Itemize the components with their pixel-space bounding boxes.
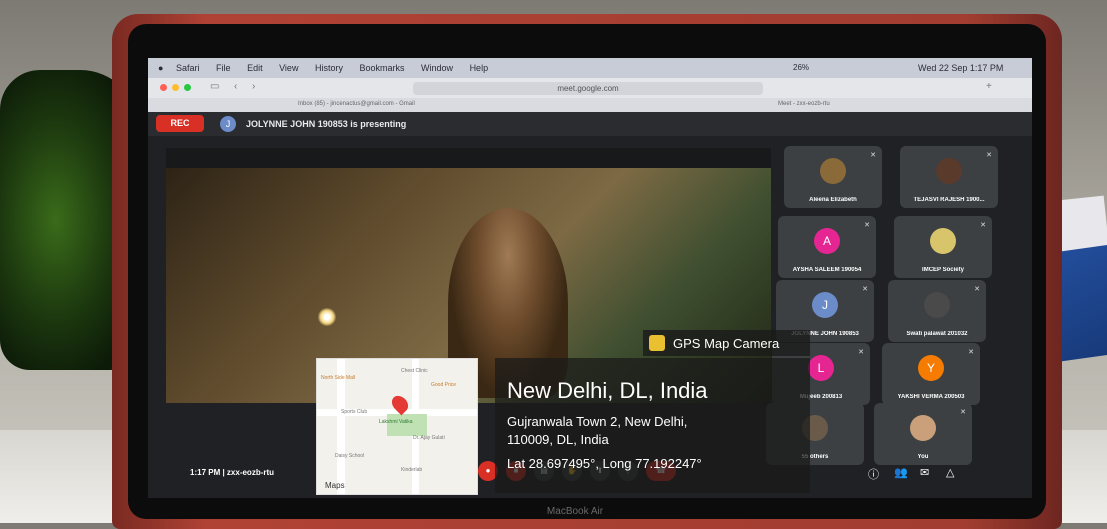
- participant-name: You: [917, 454, 929, 460]
- presentation-bar: REC J JOLYNNE JOHN 190853 is presenting: [148, 112, 1032, 136]
- laptop-brand-label: MacBook Air: [546, 506, 604, 517]
- gps-address-line1: Gujranwala Town 2, New Delhi,: [507, 414, 688, 429]
- map-park: [387, 414, 427, 436]
- map-label: Daisy School: [335, 453, 365, 459]
- menu-item[interactable]: File: [216, 63, 231, 73]
- back-icon[interactable]: ‹: [234, 81, 237, 92]
- mic-muted-icon: ✕: [980, 222, 986, 229]
- participant-name: YAKSHI VERMA 200503: [897, 394, 965, 400]
- mic-muted-icon: ✕: [858, 349, 864, 356]
- video-lamp: [318, 308, 336, 326]
- avatar: A: [814, 228, 840, 254]
- avatar: J: [812, 292, 838, 318]
- minimize-window-button[interactable]: [172, 84, 179, 91]
- tab-gmail[interactable]: Inbox (85) - jincenactus@gmail.com - Gma…: [298, 101, 415, 107]
- participant-tile[interactable]: ✕ Swati palawat 201032: [888, 280, 986, 342]
- participant-name: Aleena Elizabeth: [809, 197, 857, 203]
- gps-badge-label: GPS Map Camera: [673, 336, 780, 351]
- map-label: Lakshmi Vatika: [379, 419, 413, 425]
- maps-logo: Maps: [325, 481, 345, 490]
- map-label: North Side Mall: [321, 375, 356, 381]
- menu-item[interactable]: Help: [470, 63, 489, 73]
- participant-name: IMCEP Society: [922, 267, 964, 273]
- menu-clock: Wed 22 Sep 1:17 PM: [918, 63, 1004, 73]
- gps-camera-icon: [649, 335, 665, 351]
- avatar: [910, 415, 936, 441]
- info-icon[interactable]: ⓘ: [868, 466, 879, 482]
- menu-item[interactable]: Edit: [247, 63, 263, 73]
- avatar: L: [808, 355, 834, 381]
- battery-percent: 26%: [793, 63, 810, 72]
- participant-name: Swati palawat 201032: [906, 331, 968, 337]
- gps-address-line2: 110009, DL, India: [507, 432, 609, 447]
- map-label: Sports Club: [341, 409, 368, 415]
- gps-coordinates: Lat 28.697495°, Long 77.192247°: [507, 456, 702, 471]
- map-label: Kinderlab: [401, 467, 423, 473]
- gps-info-card: New Delhi, DL, India Gujranwala Town 2, …: [495, 358, 810, 493]
- map-thumbnail: North Side Mall Chest Clinic Good Price …: [316, 358, 478, 495]
- menu-item[interactable]: Safari: [176, 63, 200, 73]
- participant-name: AYSHA SALEEM 190054: [792, 267, 862, 273]
- rec-badge: REC: [156, 115, 204, 132]
- map-label: Dr. Ajay Gulati: [413, 435, 445, 441]
- menu-item[interactable]: Bookmarks: [360, 63, 405, 73]
- url-bar[interactable]: meet.google.com: [413, 82, 763, 95]
- avatar: [936, 158, 962, 184]
- avatar: [820, 158, 846, 184]
- stage-top-band: [166, 148, 771, 168]
- mac-menu-bar: ● Safari File Edit View History Bookmark…: [148, 58, 1032, 78]
- tab-meet[interactable]: Meet - zxx-eozb-rtu: [778, 101, 830, 107]
- mic-muted-icon: ✕: [960, 409, 966, 416]
- apple-icon[interactable]: ●: [158, 63, 163, 73]
- avatar: [930, 228, 956, 254]
- participant-tile[interactable]: ✕ Aleena Elizabeth: [784, 146, 882, 208]
- menu-item[interactable]: History: [315, 63, 343, 73]
- participant-tile[interactable]: Y ✕ YAKSHI VERMA 200503: [882, 343, 980, 405]
- chat-icon[interactable]: ✉: [920, 466, 929, 479]
- menu-item[interactable]: View: [279, 63, 298, 73]
- mic-muted-icon: ✕: [864, 222, 870, 229]
- participant-name: TEJASVI RAJESH 1900...: [913, 197, 985, 203]
- activities-icon[interactable]: △: [946, 466, 954, 479]
- new-tab-icon[interactable]: +: [986, 81, 992, 92]
- map-label: Good Price: [431, 382, 457, 388]
- participant-tile[interactable]: ✕ TEJASVI RAJESH 1900...: [900, 146, 998, 208]
- mic-muted-icon: ✕: [974, 286, 980, 293]
- avatar: [924, 292, 950, 318]
- participant-tile[interactable]: A ✕ AYSHA SALEEM 190054: [778, 216, 876, 278]
- map-label: Chest Clinic: [401, 368, 428, 374]
- zoom-window-button[interactable]: [184, 84, 191, 91]
- menu-item[interactable]: Window: [421, 63, 453, 73]
- avatar: Y: [918, 355, 944, 381]
- presenter-avatar: J: [220, 116, 236, 132]
- sidebar-icon[interactable]: ▭: [210, 81, 219, 92]
- participant-tile[interactable]: ✕ IMCEP Society: [894, 216, 992, 278]
- presenting-text: JOLYNNE JOHN 190853 is presenting: [246, 119, 407, 129]
- meeting-time-code: 1:17 PM | zxx-eozb-rtu: [190, 468, 275, 477]
- mic-muted-icon: ✕: [986, 152, 992, 159]
- participant-tile[interactable]: ✕ You: [874, 403, 972, 465]
- close-window-button[interactable]: [160, 84, 167, 91]
- mic-muted-icon: ✕: [968, 349, 974, 356]
- app-menu[interactable]: Safari File Edit View History Bookmarks …: [176, 63, 502, 73]
- gps-city: New Delhi, DL, India: [507, 378, 708, 403]
- tab-bar: Inbox (85) - jincenactus@gmail.com - Gma…: [148, 98, 1032, 112]
- people-icon[interactable]: 👥: [894, 466, 908, 479]
- mic-muted-icon: ✕: [870, 152, 876, 159]
- forward-icon[interactable]: ›: [252, 81, 255, 92]
- mic-muted-icon: ✕: [862, 286, 868, 293]
- gps-badge: GPS Map Camera: [643, 330, 810, 356]
